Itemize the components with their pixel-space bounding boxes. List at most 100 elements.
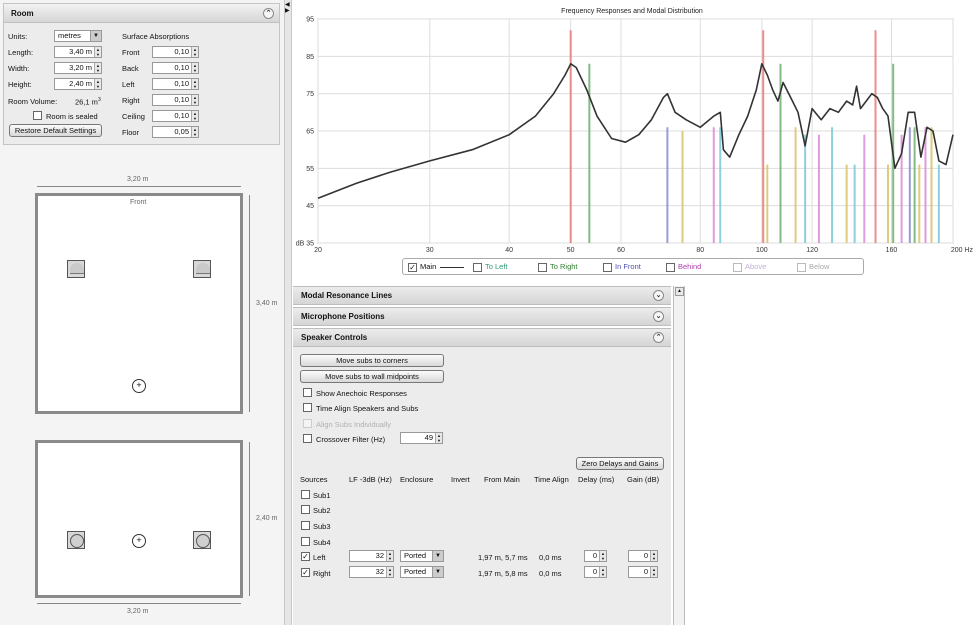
legend-above[interactable]: Above (733, 262, 766, 272)
spinner-arrows-icon[interactable]: ▲ ▼ (94, 63, 101, 73)
sub4-checkbox[interactable] (301, 537, 310, 546)
align-subs-checkbox[interactable] (303, 419, 312, 428)
spinner-arrows-icon[interactable]: ▲ ▼ (191, 95, 198, 105)
panel-splitter[interactable]: ◀ ▶ (284, 0, 292, 625)
right-speaker-side-icon[interactable] (193, 531, 211, 549)
spinner-arrows-icon[interactable]: ▲ ▼ (191, 111, 198, 121)
right-absorption-stepper[interactable]: 0,10 ▲ ▼ (152, 94, 199, 106)
col-gain: Gain (dB) (627, 475, 660, 484)
right-speaker-icon[interactable] (193, 260, 211, 278)
right-enclosure-select[interactable]: Ported ▼ (400, 566, 444, 578)
spinner-arrows-icon[interactable]: ▲ ▼ (650, 551, 657, 561)
zero-delays-gains-button[interactable]: Zero Delays and Gains (576, 457, 664, 470)
legend-below-checkbox[interactable] (797, 262, 806, 272)
ceiling-absorption-stepper[interactable]: 0,10 ▲ ▼ (152, 110, 199, 122)
sub3-checkbox[interactable] (301, 521, 310, 530)
expand-down-icon[interactable]: ⌄ (653, 311, 664, 322)
microphone-side-icon[interactable]: + (132, 534, 146, 548)
legend-main-checkbox[interactable]: ✓ (408, 262, 417, 272)
crossover-checkbox[interactable] (303, 434, 312, 443)
restore-defaults-button[interactable]: Restore Default Settings (9, 124, 102, 137)
right-enclosure-value: Ported (404, 567, 427, 576)
show-anechoic-checkbox[interactable] (303, 388, 312, 397)
y-tick-label: 55 (306, 166, 314, 173)
left-enclosure-select[interactable]: Ported ▼ (400, 550, 444, 562)
right-source-checkbox[interactable]: ✓ (301, 568, 310, 577)
room-side-view[interactable] (35, 440, 243, 598)
spinner-arrows-icon[interactable]: ▲ ▼ (599, 567, 606, 577)
room-volume-label: Room Volume: (8, 97, 58, 106)
room-panel-header[interactable]: Room ⌃ (4, 4, 279, 23)
crossover-stepper[interactable]: 49 ▲ ▼ (400, 432, 443, 444)
left-absorption-stepper[interactable]: 0,10 ▲ ▼ (152, 78, 199, 90)
height-stepper[interactable]: 2,40 m ▲ ▼ (54, 78, 102, 90)
move-subs-corners-button[interactable]: Move subs to corners (300, 354, 444, 367)
expand-down-icon[interactable]: ⌄ (653, 290, 664, 301)
spinner-arrows-icon[interactable]: ▲ ▼ (191, 63, 198, 73)
microphone-positions-section-header[interactable]: Microphone Positions ⌄ (293, 307, 671, 326)
left-speaker-icon[interactable] (67, 260, 85, 278)
legend-behind[interactable]: Behind (666, 262, 701, 272)
legend-in-front-checkbox[interactable] (603, 262, 612, 272)
chart-title: Frequency Responses and Modal Distributi… (561, 8, 703, 15)
legend-behind-checkbox[interactable] (666, 262, 675, 272)
collapse-up-icon[interactable]: ⌃ (263, 8, 274, 19)
splitter-arrows-icon[interactable]: ◀ ▶ (285, 2, 290, 14)
scroll-up-icon[interactable]: ▲ (675, 287, 684, 296)
left-delay-stepper[interactable]: 0 ▲ ▼ (584, 550, 607, 562)
legend-in-front[interactable]: In Front (603, 262, 641, 272)
chevron-down-icon[interactable]: ▼ (432, 567, 443, 577)
microphone-icon[interactable]: + (132, 379, 146, 393)
frequency-chart: Frequency Responses and Modal Distributi… (293, 6, 975, 256)
spinner-arrows-icon[interactable]: ▲ ▼ (386, 567, 393, 577)
move-subs-midpoints-button[interactable]: Move subs to wall midpoints (300, 370, 444, 383)
spinner-arrows-icon[interactable]: ▲ ▼ (94, 47, 101, 57)
volume-unit-superscript: 3 (97, 97, 101, 103)
speaker-controls-section-header[interactable]: Speaker Controls ⌃ (293, 328, 671, 347)
legend-below[interactable]: Below (797, 262, 829, 272)
left-speaker-side-icon[interactable] (67, 531, 85, 549)
front-absorption-stepper[interactable]: 0,10 ▲ ▼ (152, 46, 199, 58)
legend-to-right-checkbox[interactable] (538, 262, 547, 272)
microphone-positions-title: Microphone Positions (301, 312, 385, 321)
spinner-arrows-icon[interactable]: ▲ ▼ (94, 79, 101, 89)
left-source-checkbox[interactable]: ✓ (301, 552, 310, 561)
floor-absorption-stepper[interactable]: 0,05 ▲ ▼ (152, 126, 199, 138)
chevron-down-icon[interactable]: ▼ (432, 551, 443, 561)
controls-scrollbar[interactable]: ▲ (673, 286, 685, 625)
left-gain-stepper[interactable]: 0 ▲ ▼ (628, 550, 658, 562)
side-height-label: 2,40 m (256, 515, 278, 522)
spinner-arrows-icon[interactable]: ▲ ▼ (386, 551, 393, 561)
spinner-arrows-icon[interactable]: ▲ ▼ (650, 567, 657, 577)
right-gain-stepper[interactable]: 0 ▲ ▼ (628, 566, 658, 578)
y-tick-label: 45 (306, 203, 314, 210)
length-stepper[interactable]: 3,40 m ▲ ▼ (54, 46, 102, 58)
right-lf-stepper[interactable]: 32 ▲ ▼ (349, 566, 394, 578)
modal-resonance-section-header[interactable]: Modal Resonance Lines ⌄ (293, 286, 671, 305)
legend-to-left-checkbox[interactable] (473, 262, 482, 272)
legend-to-left[interactable]: To Left (473, 262, 508, 272)
spinner-arrows-icon[interactable]: ▲ ▼ (191, 79, 198, 89)
room-sealed-checkbox[interactable] (33, 111, 42, 120)
legend-to-right[interactable]: To Right (538, 262, 578, 272)
back-absorption-stepper[interactable]: 0,10 ▲ ▼ (152, 62, 199, 74)
right-delay-stepper[interactable]: 0 ▲ ▼ (584, 566, 607, 578)
floor-absorption-value: 0,05 (174, 127, 189, 136)
legend-main[interactable]: ✓ Main (408, 262, 465, 272)
units-select[interactable]: metres ▼ (54, 30, 102, 42)
sub2-checkbox[interactable] (301, 505, 310, 514)
collapse-up-icon[interactable]: ⌃ (653, 332, 664, 343)
sub1-checkbox[interactable] (301, 490, 310, 499)
legend-above-checkbox[interactable] (733, 262, 742, 272)
spinner-arrows-icon[interactable]: ▲ ▼ (599, 551, 606, 561)
spinner-arrows-icon[interactable]: ▲ ▼ (191, 47, 198, 57)
time-align-checkbox[interactable] (303, 403, 312, 412)
chevron-down-icon[interactable]: ▼ (90, 31, 101, 41)
width-stepper[interactable]: 3,20 m ▲ ▼ (54, 62, 102, 74)
spinner-arrows-icon[interactable]: ▲ ▼ (435, 433, 442, 443)
time-align-label: Time Align Speakers and Subs (316, 404, 419, 413)
left-lf-stepper[interactable]: 32 ▲ ▼ (349, 550, 394, 562)
spinner-arrows-icon[interactable]: ▲ ▼ (191, 127, 198, 137)
sub3-label: Sub3 (313, 522, 331, 531)
front-absorption-label: Front (122, 48, 140, 57)
